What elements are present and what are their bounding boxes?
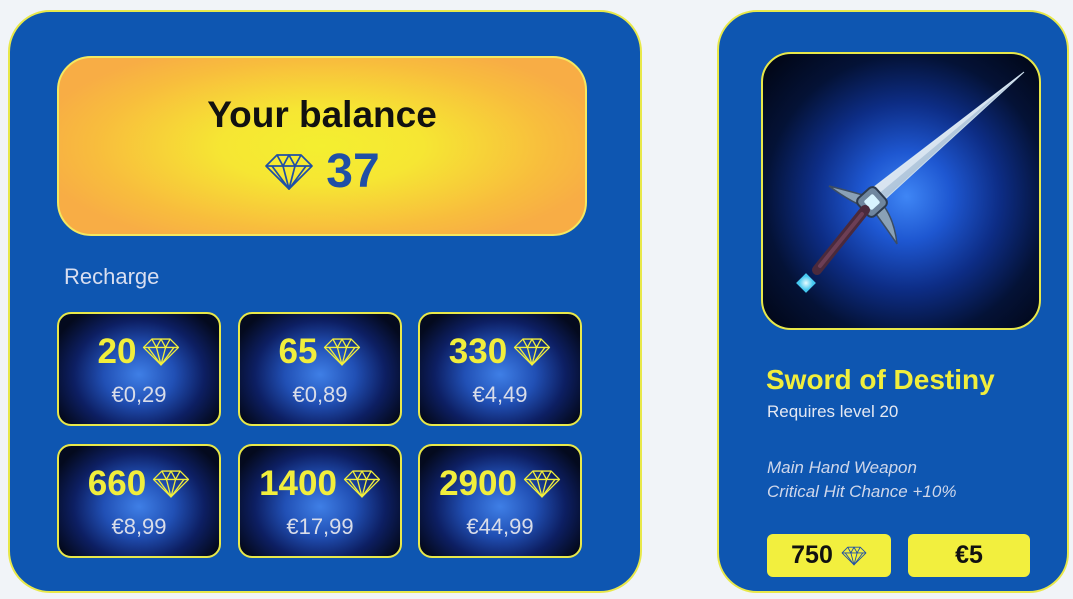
- diamond-icon: [523, 469, 561, 499]
- item-name: Sword of Destiny: [766, 364, 995, 395]
- recharge-pack-1400[interactable]: 1400 €17,99: [238, 444, 402, 558]
- diamond-icon: [264, 153, 314, 191]
- recharge-pack-330[interactable]: 330 €4,49: [418, 312, 582, 426]
- pack-price: €44,99: [466, 514, 534, 539]
- diamond-icon: [323, 337, 361, 367]
- pack-quantity: 2900: [439, 464, 517, 503]
- pack-quantity: 1400: [259, 464, 337, 503]
- balance-amount: 37: [326, 145, 380, 198]
- diamond-icon: [343, 469, 381, 499]
- item-image: [761, 52, 1041, 330]
- pack-price: €0,89: [292, 382, 348, 407]
- pack-price: €17,99: [286, 514, 354, 539]
- balance-card: Your balance 37: [57, 56, 587, 236]
- balance-amount-row: 37: [59, 148, 585, 196]
- diamond-icon: [841, 546, 867, 566]
- recharge-pack-660[interactable]: 660 €8,99: [57, 444, 221, 558]
- recharge-pack-20[interactable]: 20 €0,29: [57, 312, 221, 426]
- diamond-icon: [152, 469, 190, 499]
- cash-price-label: €5: [955, 541, 983, 569]
- recharge-pack-65[interactable]: 65 €0,89: [238, 312, 402, 426]
- diamond-icon: [513, 337, 551, 367]
- diamond-icon: [142, 337, 180, 367]
- pack-quantity: 660: [87, 464, 147, 503]
- balance-title: Your balance: [207, 94, 437, 135]
- buy-with-gems-button[interactable]: 750: [767, 534, 891, 577]
- pack-quantity: 330: [448, 332, 508, 371]
- pack-price: €8,99: [111, 514, 167, 539]
- pack-price: €0,29: [111, 382, 167, 407]
- pack-quantity: 20: [97, 332, 137, 371]
- item-requirement: Requires level 20: [767, 402, 899, 421]
- sword-icon: [796, 71, 1025, 293]
- pack-quantity: 65: [278, 332, 318, 371]
- recharge-label: Recharge: [64, 264, 160, 289]
- recharge-panel: Your balance 37 Recharge 20 €0,29 65 €0,…: [8, 10, 642, 593]
- gem-price-label: 750: [791, 541, 833, 569]
- item-panel: Sword of Destiny Requires level 20 Main …: [717, 10, 1069, 593]
- recharge-pack-2900[interactable]: 2900 €44,99: [418, 444, 582, 558]
- item-type: Main Hand Weapon: [767, 458, 917, 477]
- item-stat: Critical Hit Chance +10%: [767, 482, 957, 501]
- buy-with-cash-button[interactable]: €5: [908, 534, 1030, 577]
- pack-price: €4,49: [472, 382, 528, 407]
